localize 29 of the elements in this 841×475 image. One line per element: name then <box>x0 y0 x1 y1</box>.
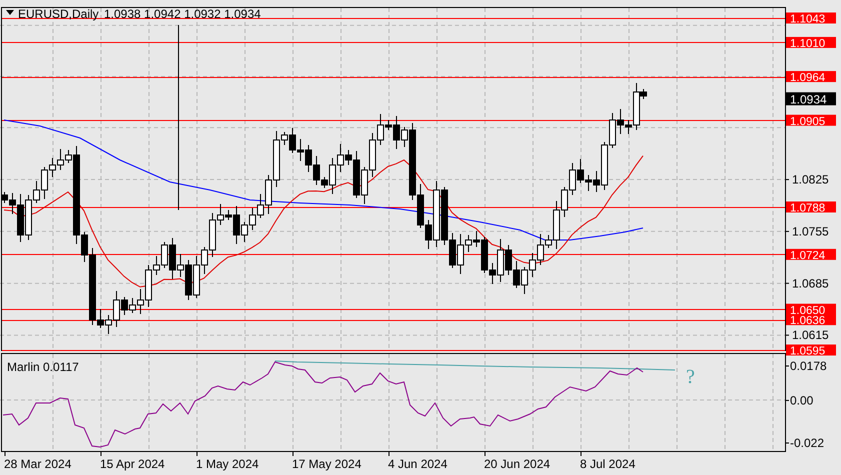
price-level-label: 1.0636 <box>786 314 836 328</box>
indicator-label: Marlin 0.0117 <box>7 360 79 374</box>
price-axis-label: 1.0755 <box>792 224 829 238</box>
ohlc-values: 1.0938 1.0942 1.0932 1.0934 <box>104 7 261 21</box>
price-level-label: 1.0595 <box>786 344 836 358</box>
indicator-axis-label: 0.00 <box>790 393 814 408</box>
symbol-title: EURUSD,Daily <box>18 7 99 21</box>
price-axis-label: 1.0685 <box>792 276 829 290</box>
date-axis-label: 28 Mar 2024 <box>4 457 72 471</box>
price-level-label: 1.1043 <box>786 12 836 26</box>
current-price-label: 1.0934 <box>786 92 836 106</box>
date-axis-label: 1 May 2024 <box>196 457 259 471</box>
price-level-label: 1.0788 <box>786 201 836 214</box>
dropdown-triangle-icon[interactable] <box>6 10 14 15</box>
price-level-label: 1.0724 <box>786 248 836 262</box>
indicator-axis-label: 0.0178 <box>790 359 827 373</box>
annotation-text: ? <box>686 366 695 388</box>
price-level-label: 1.1010 <box>786 36 836 50</box>
indicator-axis-label: -0.022 <box>790 436 824 450</box>
price-axis-label: 1.0825 <box>792 172 829 187</box>
date-axis-label: 17 May 2024 <box>292 457 362 471</box>
date-axis-label: 15 Apr 2024 <box>100 457 165 471</box>
date-axis-label: 8 Jul 2024 <box>580 457 636 471</box>
price-axis-label: 1.0615 <box>792 328 829 342</box>
price-level-label: 1.0964 <box>786 71 836 84</box>
date-axis-label: 4 Jun 2024 <box>388 457 448 471</box>
date-axis-label: 20 Jun 2024 <box>484 457 550 471</box>
price-level-label: 1.0650 <box>786 304 836 317</box>
price-level-label: 1.0905 <box>786 114 836 128</box>
